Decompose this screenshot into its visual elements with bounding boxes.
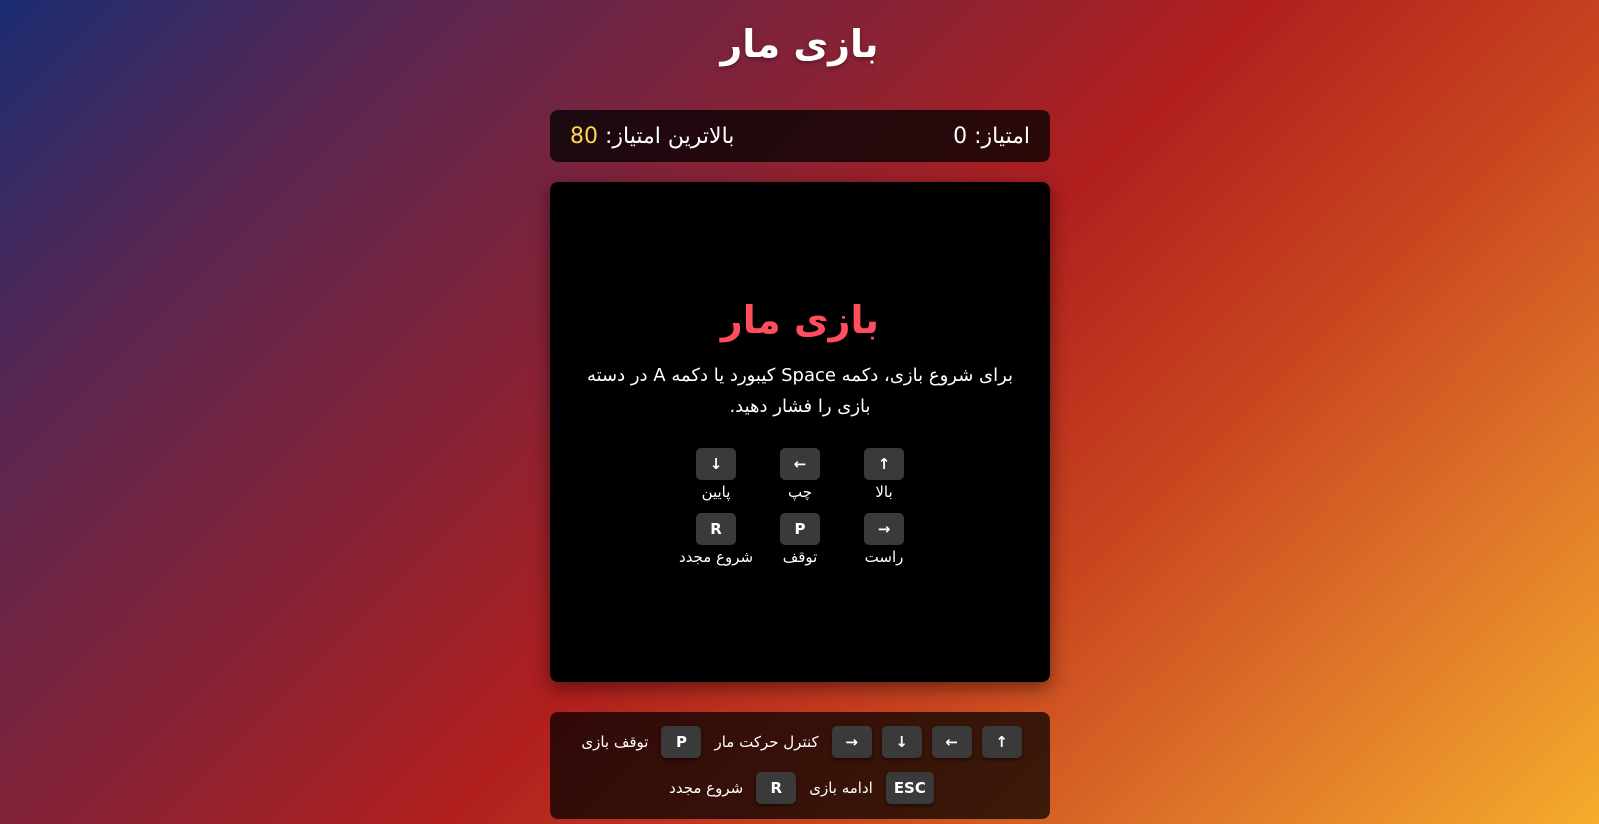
key-caption: بالا	[875, 483, 893, 501]
controls-help-panel: ↑ ← ↓ → کنترل حرکت مار P توقف بازی ESC ا…	[550, 712, 1050, 819]
arrow-right-icon: →	[864, 513, 904, 545]
pause-label: توقف بازی	[581, 733, 649, 751]
move-control-label: کنترل حرکت مار	[714, 733, 819, 751]
arrow-down-icon: ↓	[696, 448, 736, 480]
key-caption: توقف	[782, 548, 818, 566]
score-bar: امتیاز: 0 بالاترین امتیاز: 80	[550, 110, 1050, 162]
score-display: امتیاز: 0	[953, 124, 1030, 149]
score-value: 0	[953, 123, 968, 149]
key-caption: پایین	[701, 483, 731, 501]
help-row-movement: ↑ ← ↓ → کنترل حرکت مار P توقف بازی	[550, 726, 1050, 758]
help-row-system: ESC ادامه بازی R شروع مجدد	[550, 772, 1050, 804]
key-caption: شروع مجدد	[678, 548, 754, 566]
arrow-up-icon: ↑	[864, 448, 904, 480]
arrow-right-icon: →	[831, 726, 872, 758]
high-score-value: 80	[570, 123, 598, 149]
overlay-title: بازی مار	[720, 298, 880, 342]
arrow-down-icon: ↓	[881, 726, 922, 758]
esc-key: ESC	[885, 772, 934, 804]
game-board[interactable]: بازی مار برای شروع بازی، دکمه Space کیبو…	[550, 182, 1050, 682]
restart-key: R	[756, 772, 797, 804]
arrow-left-icon: ←	[780, 448, 820, 480]
start-overlay: بازی مار برای شروع بازی، دکمه Space کیبو…	[550, 182, 1050, 682]
key-caption: راست	[864, 548, 904, 566]
page-title: بازی مار	[720, 22, 879, 66]
key-legend-up: ↑ بالا	[842, 448, 926, 501]
score-label: امتیاز:	[967, 123, 1030, 149]
key-caption: چپ	[788, 483, 813, 501]
resume-label: ادامه بازی	[809, 779, 873, 797]
pause-key: P	[780, 513, 820, 545]
arrow-up-icon: ↑	[981, 726, 1022, 758]
high-score-label: بالاترین امتیاز:	[598, 123, 735, 149]
restart-label: شروع مجدد	[669, 779, 744, 797]
arrow-left-icon: ←	[931, 726, 972, 758]
key-legend: ↑ بالا ← چپ ↓ پایین → راست P توقف R شروع…	[674, 448, 926, 566]
restart-key: R	[696, 513, 736, 545]
pause-key: P	[661, 726, 702, 758]
overlay-instructions: برای شروع بازی، دکمه Space کیبورد یا دکم…	[586, 365, 1014, 417]
key-legend-down: ↓ پایین	[674, 448, 758, 501]
key-legend-restart: R شروع مجدد	[674, 513, 758, 566]
key-legend-left: ← چپ	[758, 448, 842, 501]
high-score-display: بالاترین امتیاز: 80	[570, 124, 734, 149]
key-legend-pause: P توقف	[758, 513, 842, 566]
key-legend-right: → راست	[842, 513, 926, 566]
